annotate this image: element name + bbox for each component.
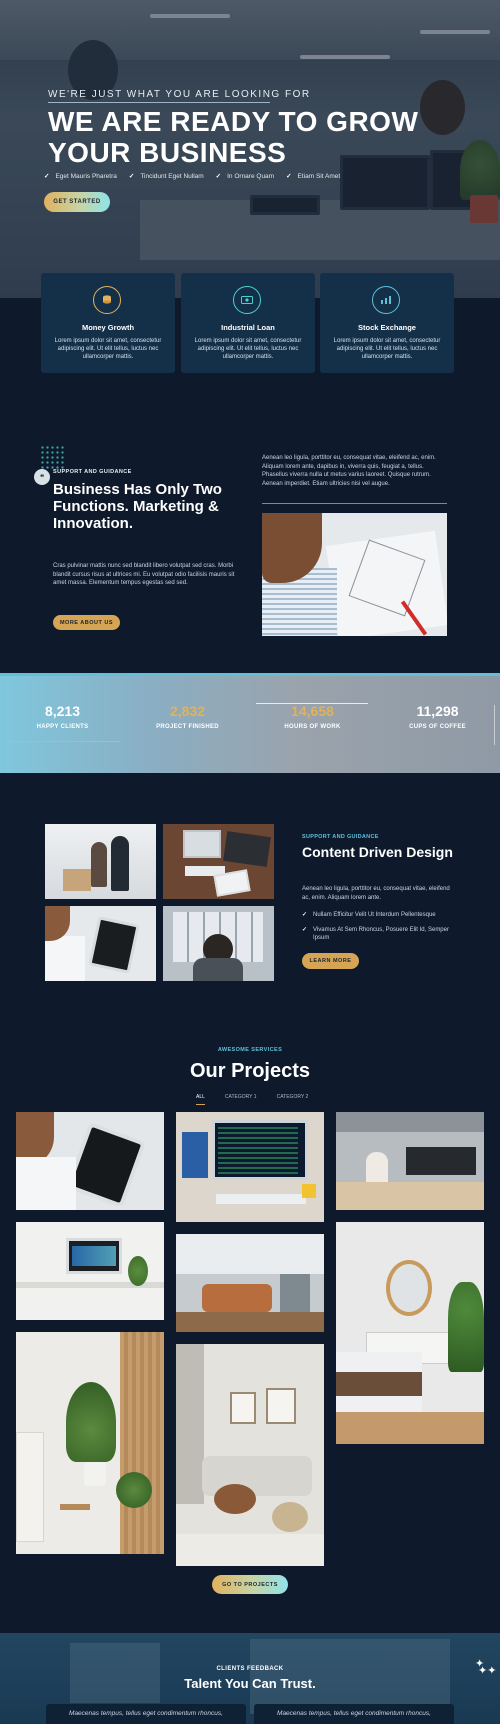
feature-text: Lorem ipsum dolor sit amet, consectetur … (54, 338, 162, 360)
get-started-button[interactable]: GET STARTED (44, 192, 110, 212)
stat-label: PROJECT FINISHED (156, 724, 219, 730)
feature-title: Stock Exchange (358, 323, 416, 332)
about-right-text: Aenean leo ligula, porttitor eu, consequ… (262, 455, 436, 487)
check-icon: ✓ (302, 912, 308, 918)
more-about-us-button[interactable]: MORE ABOUT US (53, 615, 120, 630)
feature-text: Lorem ipsum dolor sit amet, consectetur … (194, 338, 302, 360)
about-image (262, 513, 447, 636)
hero-check-item: ✓ Eget Mauris Pharetra (44, 173, 117, 180)
hero-check-item: ✓ Tincidunt Eget Nullam (128, 173, 204, 180)
content-text: Aenean leo ligula, porttitor eu, consequ… (302, 886, 450, 901)
about-divider (262, 503, 447, 504)
project-tile[interactable] (336, 1222, 484, 1444)
list-item: ✓ Nullam Efficitur Velit Ut Interdum Pell… (302, 912, 436, 918)
feature-title: Industrial Loan (221, 323, 275, 332)
feature-card-stock-exchange[interactable]: Stock Exchange Lorem ipsum dolor sit ame… (320, 273, 454, 373)
content-eyebrow: SUPPORT AND GUIDANCE (302, 834, 379, 840)
coins-icon (93, 286, 121, 314)
hero-title: WE ARE READY TO GROW YOUR BUSINESS (48, 106, 419, 168)
hero-checklist: ✓ Eget Mauris Pharetra ✓ Tincidunt Eget Nu… (44, 172, 340, 180)
hero-eyebrow: WE'RE JUST WHAT YOU ARE LOOKING FOR (48, 89, 311, 100)
list-item: ✓ Vivamus At Sem Rhoncus, Posuere Elit Id… (302, 926, 449, 942)
feedback-eyebrow: CLIENTS FEEDBACK (216, 1666, 284, 1672)
stat-value: 8,213 (44, 703, 81, 719)
projects-eyebrow: AWESOME SERVICES (217, 1047, 283, 1053)
hero-section: WE'RE JUST WHAT YOU ARE LOOKING FOR WE A… (0, 0, 500, 298)
project-tile[interactable] (176, 1234, 324, 1332)
check-icon: ✓ (215, 173, 222, 180)
check-icon: ✓ (44, 173, 50, 180)
feature-text: Lorem ipsum dolor sit amet, consectetur … (333, 338, 441, 360)
tab-category-1[interactable]: CATEGORY 1 (225, 1094, 257, 1105)
check-icon: ✓ (302, 926, 308, 933)
feature-card-industrial-loan[interactable]: Industrial Loan Lorem ipsum dolor sit am… (181, 273, 315, 373)
stat-happy-clients: 8,213 HAPPY CLIENTS (0, 703, 125, 730)
project-tile[interactable] (176, 1344, 324, 1566)
quote-icon: ❝ (34, 469, 50, 485)
hero-check-item: ✓ In Ornare Quam (215, 173, 275, 180)
feature-title: Money Growth (81, 323, 135, 332)
check-icon: ✓ (128, 173, 135, 180)
testimonial-card: Maecenas tempus, tellus eget condimentum… (254, 1704, 454, 1724)
feedback-title: Talent You Can Trust. (184, 1676, 316, 1691)
stat-cups-of-coffee: 11,298 CUPS OF COFFEE (375, 703, 500, 730)
content-image-desk (163, 824, 274, 899)
stat-label: CUPS OF COFFEE (409, 724, 466, 730)
content-title: Content Driven Design (302, 844, 453, 860)
dot-pattern-decoration (40, 445, 66, 471)
content-image-tablet (45, 906, 156, 981)
stat-underline (8, 741, 120, 742)
tab-all[interactable]: ALL (196, 1094, 205, 1105)
feedback-section: ✦ ✦✦ CLIENTS FEEDBACK Talent You Can Tru… (0, 1633, 500, 1724)
money-bill-icon (233, 286, 261, 314)
projects-filter-tabs: ALL CATEGORY 1 CATEGORY 2 (196, 1094, 308, 1105)
project-tile[interactable] (16, 1222, 164, 1320)
tab-category-2[interactable]: CATEGORY 2 (277, 1094, 309, 1105)
about-title: Business Has Only Two Functions. Marketi… (53, 481, 222, 532)
project-tile[interactable] (16, 1112, 164, 1210)
chart-icon (372, 286, 400, 314)
stat-projects-finished: 2,832 PROJECT FINISHED (125, 703, 250, 730)
stat-value: 2,832 (169, 703, 206, 719)
projects-title: Our Projects (189, 1060, 311, 1082)
about-text: Cras pulvinar mattis nunc sed blandit li… (53, 563, 235, 586)
feature-card-money-growth[interactable]: Money Growth Lorem ipsum dolor sit amet,… (41, 273, 175, 373)
stat-hours-of-work: 14,658 HOURS OF WORK (250, 703, 375, 730)
project-tile[interactable] (176, 1112, 324, 1222)
stat-value: 14,658 (291, 703, 334, 719)
project-tile[interactable] (336, 1112, 484, 1210)
go-to-projects-button[interactable]: GO TO PROJECTS (212, 1575, 288, 1594)
stats-section: 8,213 HAPPY CLIENTS 2,832 PROJECT FINISH… (0, 673, 500, 773)
testimonial-card: Maecenas tempus, tellus eget condimentum… (46, 1704, 246, 1724)
about-eyebrow: SUPPORT AND GUIDANCE (53, 469, 132, 475)
check-icon: ✓ (286, 173, 292, 180)
stat-label: HOURS OF WORK (284, 724, 341, 730)
content-image-team (45, 824, 156, 899)
content-checklist: ✓ Nullam Efficitur Velit Ut Interdum Pell… (302, 911, 462, 949)
content-image-wall (163, 906, 274, 981)
hero-eyebrow-underline (48, 102, 270, 103)
stat-label: HAPPY CLIENTS (36, 724, 89, 730)
hero-check-item: ✓ Etiam Sit Amet (286, 173, 341, 180)
learn-more-button[interactable]: LEARN MORE (302, 953, 359, 969)
project-tile[interactable] (16, 1332, 164, 1554)
stat-value: 11,298 (416, 703, 459, 719)
